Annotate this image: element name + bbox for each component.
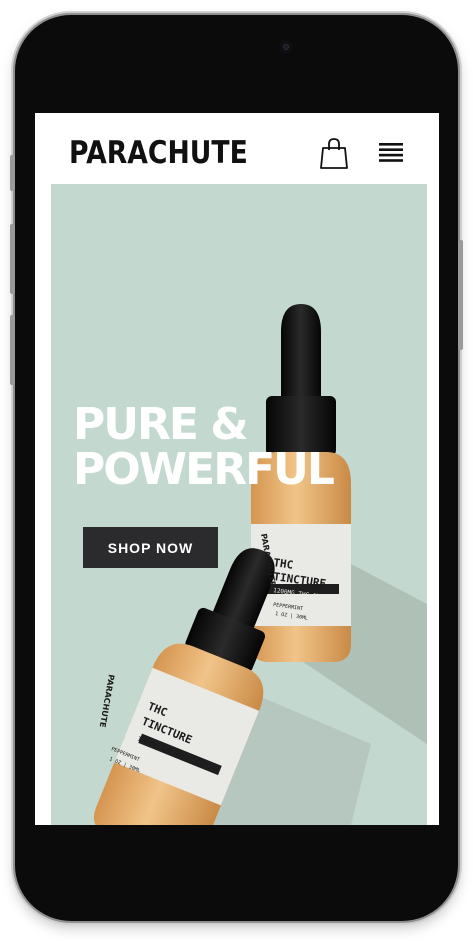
front-camera xyxy=(280,41,292,53)
phone-mute-switch xyxy=(10,155,15,191)
brand-logo[interactable]: PARACHUTE xyxy=(69,135,248,171)
hero-product-image: THC TINCTURE 1200MG THC OIL PEPPERMINT 1… xyxy=(93,304,427,825)
hero-headline: PURE & POWERFUL xyxy=(73,399,335,495)
site-header: PARACHUTE xyxy=(35,113,439,183)
hero-headline-line2: POWERFUL xyxy=(73,444,335,495)
hero-banner: THC TINCTURE 1200MG THC OIL PEPPERMINT 1… xyxy=(51,184,427,825)
shopping-bag-icon[interactable] xyxy=(320,137,348,169)
hero-headline-line1: PURE & xyxy=(73,399,249,450)
phone-power-button xyxy=(458,240,463,350)
tilted-label-side-brand: PARACHUTE xyxy=(98,674,116,728)
hamburger-menu-icon[interactable] xyxy=(379,142,403,166)
shop-now-button[interactable]: SHOP NOW xyxy=(83,527,218,568)
phone-screen: PARACHUTE THC TINCTURE 1200MG THC OIL PE… xyxy=(35,113,439,825)
phone-volume-up-button xyxy=(10,224,15,294)
phone-volume-down-button xyxy=(10,315,15,385)
